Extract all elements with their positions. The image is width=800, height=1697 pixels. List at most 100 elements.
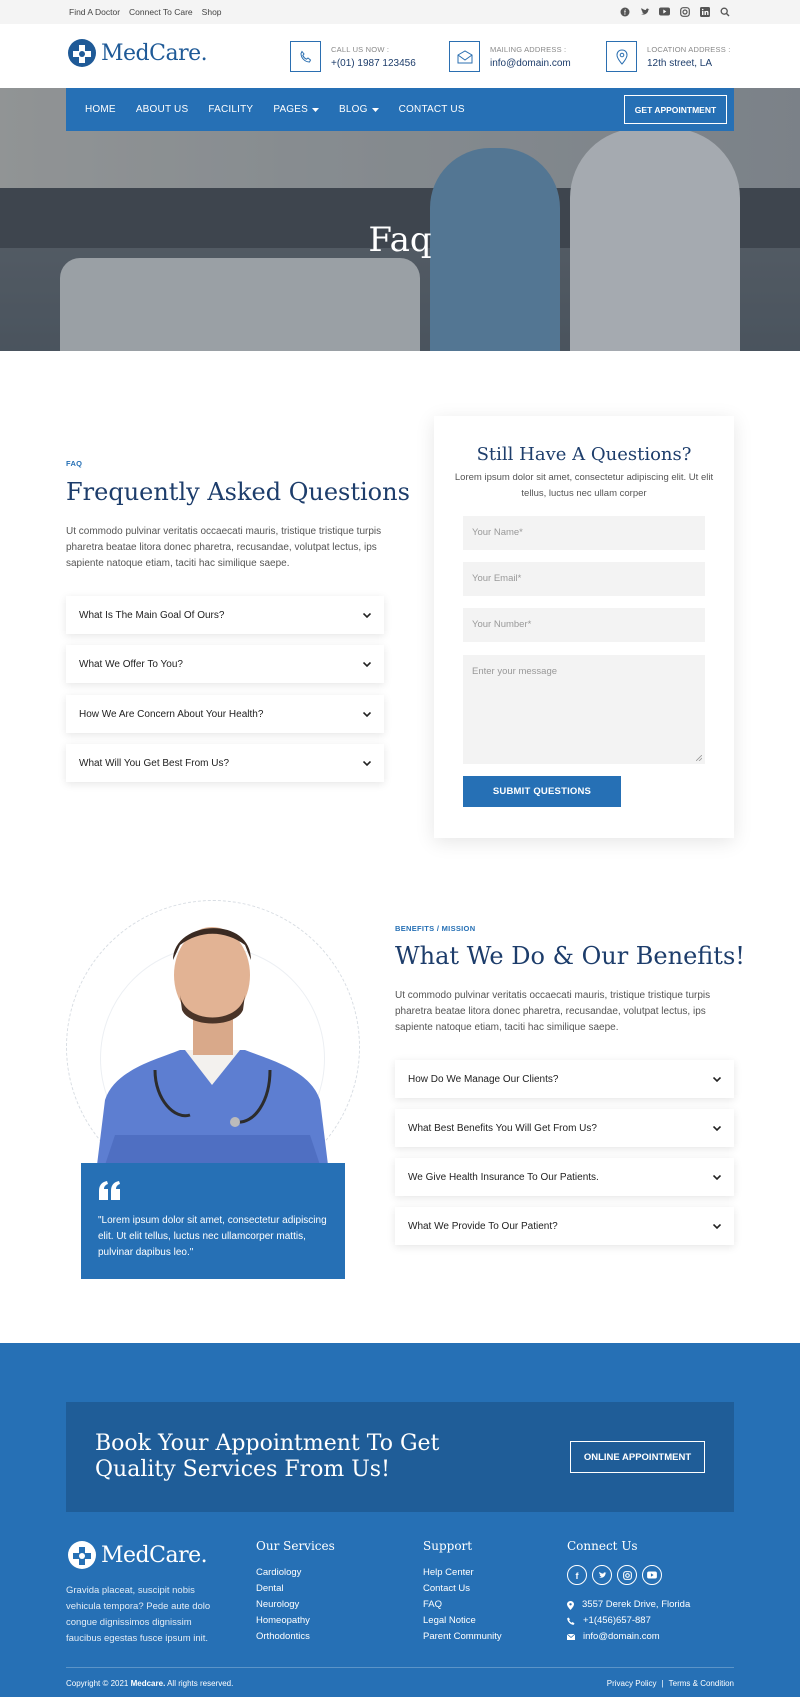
- benefits-accordion-item[interactable]: What We Provide To Our Patient?: [395, 1207, 734, 1245]
- youtube-icon[interactable]: [642, 1565, 662, 1585]
- footer-contact-info: 3557 Derek Drive, Florida +1(456)657-887…: [567, 1597, 690, 1645]
- cta-title: Book Your Appointment To Get Quality Ser…: [95, 1431, 440, 1482]
- footer-link-contact-us[interactable]: Contact Us: [423, 1581, 502, 1597]
- location-pin-icon: [567, 1600, 574, 1610]
- footer-address: 3557 Derek Drive, Florida: [567, 1597, 690, 1613]
- footer-social-icons: f: [567, 1565, 667, 1585]
- copyright-brand: Medcare.: [130, 1679, 166, 1688]
- footer-phone-text: +1(456)657-887: [583, 1615, 651, 1626]
- logo-text: MedCare.: [101, 40, 208, 66]
- site-logo[interactable]: MedCare.: [67, 38, 208, 68]
- footer-link-dental[interactable]: Dental: [256, 1581, 310, 1597]
- chevron-down-icon: [713, 1076, 721, 1082]
- online-appointment-button[interactable]: ONLINE APPOINTMENT: [570, 1441, 705, 1473]
- nav-item-blog[interactable]: BLOG: [339, 104, 379, 115]
- terms-link[interactable]: Terms & Condition: [669, 1679, 734, 1688]
- privacy-policy-link[interactable]: Privacy Policy: [607, 1679, 657, 1688]
- svg-text:f: f: [576, 1571, 580, 1580]
- message-field[interactable]: Enter your message: [463, 655, 705, 764]
- nav-item-contact[interactable]: CONTACT US: [399, 104, 465, 115]
- doctor-image: [97, 927, 328, 1165]
- search-icon[interactable]: [719, 6, 730, 17]
- facebook-icon[interactable]: f: [619, 6, 630, 17]
- footer-logo[interactable]: MedCare.: [67, 1540, 208, 1570]
- copyright: Copyright © 2021 Medcare. All rights res…: [66, 1679, 233, 1688]
- nav-item-pages[interactable]: PAGES: [273, 104, 320, 115]
- nav-label: FACILITY: [208, 104, 254, 115]
- footer-email[interactable]: info@domain.com: [567, 1629, 690, 1645]
- benefits-accordion-item[interactable]: How Do We Manage Our Clients?: [395, 1060, 734, 1098]
- chevron-down-icon: [713, 1125, 721, 1131]
- top-bar: Find A Doctor Connect To Care Shop f: [0, 0, 800, 24]
- contact-location-label: LOCATION ADDRESS :: [647, 44, 731, 54]
- footer-link-orthodontics[interactable]: Orthodontics: [256, 1629, 310, 1645]
- nav-label: CONTACT US: [398, 104, 465, 115]
- footer-link-neurology[interactable]: Neurology: [256, 1597, 310, 1613]
- get-appointment-button[interactable]: GET APPOINTMENT: [624, 95, 727, 124]
- legal-separator: |: [661, 1679, 664, 1688]
- footer-link-cardiology[interactable]: Cardiology: [256, 1565, 310, 1581]
- nav-item-facility[interactable]: FACILITY: [208, 104, 253, 115]
- benefits-accordion-item[interactable]: What Best Benefits You Will Get From Us?: [395, 1109, 734, 1147]
- faq-title: Frequently Asked Questions: [66, 478, 410, 506]
- faq-question: What Is The Main Goal Of Ours?: [79, 609, 225, 621]
- instagram-icon[interactable]: [617, 1565, 637, 1585]
- twitter-icon[interactable]: [639, 6, 650, 17]
- top-link-shop[interactable]: Shop: [202, 7, 222, 17]
- email-field[interactable]: Your Email*: [463, 562, 705, 596]
- number-field[interactable]: Your Number*: [463, 608, 705, 642]
- medcare-logo-icon: [68, 1541, 96, 1569]
- legal-links: Privacy Policy | Terms & Condition: [607, 1679, 734, 1688]
- resize-handle-icon[interactable]: [696, 755, 702, 761]
- chevron-down-icon: [363, 612, 371, 618]
- faq-accordion-item[interactable]: What Is The Main Goal Of Ours?: [66, 596, 384, 634]
- contact-mail-value[interactable]: info@domain.com: [490, 58, 571, 69]
- nav-item-home[interactable]: HOME: [85, 104, 116, 115]
- benefits-question: How Do We Manage Our Clients?: [408, 1073, 559, 1085]
- submit-questions-button[interactable]: SUBMIT QUESTIONS: [463, 776, 621, 807]
- footer-link-help-center[interactable]: Help Center: [423, 1565, 502, 1581]
- facebook-icon[interactable]: f: [567, 1565, 587, 1585]
- page-title: Faq: [368, 220, 432, 260]
- top-link-find-doctor[interactable]: Find A Doctor: [69, 7, 120, 17]
- footer-logo-text: MedCare.: [101, 1542, 208, 1568]
- main-nav: HOME ABOUT US FACILITY PAGES BLOG CONTAC…: [66, 88, 734, 131]
- phone-icon: [567, 1617, 575, 1625]
- nav-item-about[interactable]: ABOUT US: [136, 104, 189, 115]
- faq-description: Ut commodo pulvinar veritatis occaecati …: [66, 526, 382, 569]
- instagram-icon[interactable]: [679, 6, 690, 17]
- contact-call-value[interactable]: +(01) 1987 123456: [331, 58, 416, 69]
- top-link-connect-care[interactable]: Connect To Care: [129, 7, 193, 17]
- linkedin-icon[interactable]: [699, 6, 710, 17]
- caret-down-icon: [312, 107, 320, 112]
- benefits-question: What We Provide To Our Patient?: [408, 1220, 558, 1232]
- youtube-icon[interactable]: [659, 6, 670, 17]
- benefits-question: We Give Health Insurance To Our Patients…: [408, 1171, 599, 1183]
- benefits-eyebrow: BENEFITS / MISSION: [395, 924, 476, 933]
- contact-location: LOCATION ADDRESS : 12th street, LA: [606, 41, 730, 72]
- footer-services-title: Our Services: [256, 1539, 335, 1553]
- footer-link-legal-notice[interactable]: Legal Notice: [423, 1613, 502, 1629]
- footer-about: Gravida placeat, suscipit nobis vehicula…: [66, 1585, 211, 1644]
- nav-label: BLOG: [339, 104, 368, 115]
- name-field[interactable]: Your Name*: [463, 516, 705, 550]
- faq-question: What We Offer To You?: [79, 658, 183, 670]
- contact-location-value: 12th street, LA: [647, 57, 713, 69]
- twitter-icon[interactable]: [592, 1565, 612, 1585]
- benefits-accordion-item[interactable]: We Give Health Insurance To Our Patients…: [395, 1158, 734, 1196]
- nav-label: HOME: [85, 104, 116, 115]
- faq-accordion-item[interactable]: What Will You Get Best From Us?: [66, 744, 384, 782]
- mail-icon: [567, 1634, 575, 1640]
- footer-connect-title: Connect Us: [567, 1539, 638, 1553]
- faq-question: What Will You Get Best From Us?: [79, 757, 230, 769]
- location-icon: [606, 41, 637, 72]
- appointment-cta: Book Your Appointment To Get Quality Ser…: [66, 1402, 734, 1512]
- benefits-description: Ut commodo pulvinar veritatis occaecati …: [395, 990, 711, 1033]
- footer-phone[interactable]: +1(456)657-887: [567, 1613, 690, 1629]
- faq-question: How We Are Concern About Your Health?: [79, 708, 264, 720]
- footer-link-parent-community[interactable]: Parent Community: [423, 1629, 502, 1645]
- faq-accordion-item[interactable]: What We Offer To You?: [66, 645, 384, 683]
- footer-link-homeopathy[interactable]: Homeopathy: [256, 1613, 310, 1629]
- footer-link-faq[interactable]: FAQ: [423, 1597, 502, 1613]
- faq-accordion-item[interactable]: How We Are Concern About Your Health?: [66, 695, 384, 733]
